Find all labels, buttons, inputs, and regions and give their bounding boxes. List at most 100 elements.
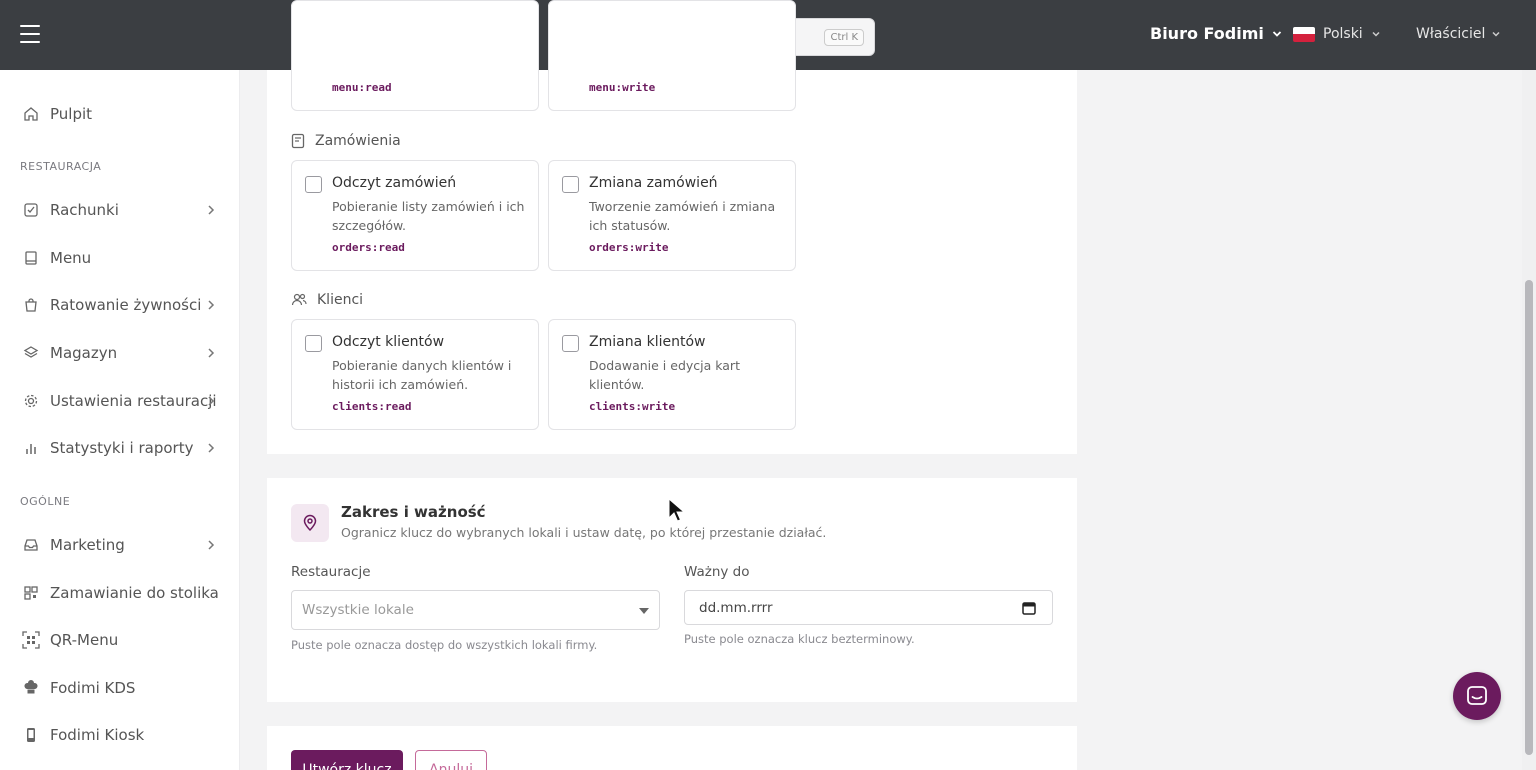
shopping-bag-icon xyxy=(22,296,40,314)
sidebar-item-label: Statystyki i raporty xyxy=(50,439,194,457)
document-icon xyxy=(291,133,305,149)
sidebar: Pulpit RESTAURACJA Rachunki Menu Ratowan… xyxy=(0,70,240,770)
perm-clients-write[interactable]: Zmiana klientów Dodawanie i edycja kart … xyxy=(548,319,796,430)
sidebar-item-marketing[interactable]: Marketing xyxy=(0,525,240,565)
chevron-right-icon xyxy=(208,540,215,550)
chevron-right-icon xyxy=(208,348,215,358)
users-icon xyxy=(291,293,307,306)
valid-until-hint: Puste pole oznacza klucz bezterminowy. xyxy=(684,632,915,646)
permission-description: Tworzenie zamówień i zmiana ich statusów… xyxy=(589,199,776,233)
sidebar-section-general: OGÓLNE xyxy=(20,495,71,508)
chevron-right-icon xyxy=(208,300,215,310)
user-role-label: Właściciel xyxy=(1416,26,1486,42)
sidebar-item-label: Fodimi KDS xyxy=(50,679,136,697)
perm-orders-read[interactable]: Odczyt zamówień Pobieranie listy zamówie… xyxy=(291,160,539,271)
scrollbar[interactable] xyxy=(1522,70,1536,770)
sidebar-item-label: QR-Menu xyxy=(50,631,119,649)
sidebar-item-label: Marketing xyxy=(50,536,125,554)
chevron-right-icon xyxy=(208,205,215,215)
sidebar-item-ustawienia[interactable]: Ustawienia restauracji xyxy=(0,381,240,421)
perm-orders-write[interactable]: Zmiana zamówień Tworzenie zamówień i zmi… xyxy=(548,160,796,271)
restaurants-select[interactable]: Wszystkie lokale xyxy=(291,590,660,630)
permission-title: Odczyt klientów xyxy=(332,334,445,350)
calendar-icon[interactable] xyxy=(1022,601,1036,615)
qr-code-icon xyxy=(22,631,40,649)
permission-title: Odczyt zamówień xyxy=(332,175,457,191)
mouse-cursor-icon xyxy=(668,498,686,522)
cancel-button[interactable]: Anuluj xyxy=(415,750,487,770)
perm-menu-read[interactable]: menu:read xyxy=(291,0,539,111)
checkbox[interactable] xyxy=(562,176,579,193)
date-placeholder: dd.mm.rrrr xyxy=(699,599,773,616)
permission-description: Pobieranie listy zamówień i ich szczegół… xyxy=(332,199,525,233)
user-menu[interactable]: Właściciel xyxy=(1416,26,1501,42)
sidebar-item-qrmenu[interactable]: QR-Menu xyxy=(0,620,240,660)
sidebar-item-magazyn[interactable]: Magazyn xyxy=(0,333,240,373)
sidebar-item-label: Ustawienia restauracji xyxy=(50,392,217,410)
permission-code: clients:write xyxy=(589,400,676,413)
chevron-right-icon xyxy=(208,396,215,406)
sidebar-item-label: Rachunki xyxy=(50,201,119,219)
hamburger-menu-icon[interactable] xyxy=(20,25,40,43)
polish-flag-icon xyxy=(1293,26,1315,42)
organization-name: Biuro Fodimi xyxy=(1150,24,1264,43)
chef-hat-icon xyxy=(22,679,40,697)
permission-code: menu:write xyxy=(589,81,656,94)
permission-code: clients:read xyxy=(332,400,412,413)
checkbox[interactable] xyxy=(305,335,322,352)
sidebar-item-statystyki[interactable]: Statystyki i raporty xyxy=(0,428,240,468)
chat-icon xyxy=(1467,686,1487,705)
restaurants-placeholder: Wszystkie lokale xyxy=(302,602,414,618)
sidebar-item-label: Ratowanie żywności xyxy=(50,296,202,314)
permission-title: Zmiana klientów xyxy=(589,334,706,350)
sidebar-item-kds[interactable]: Fodimi KDS xyxy=(0,668,240,708)
chat-button[interactable] xyxy=(1453,672,1501,720)
perm-menu-write[interactable]: menu:write xyxy=(548,0,796,111)
checkbox[interactable] xyxy=(305,176,322,193)
scrollbar-thumb[interactable] xyxy=(1525,280,1533,755)
scope-title: Zakres i ważność xyxy=(341,503,486,521)
sidebar-item-label: Zamawianie do stolika xyxy=(50,584,219,602)
permission-code: orders:write xyxy=(589,241,669,254)
group-label-text: Zamówienia xyxy=(315,133,401,149)
perm-clients-read[interactable]: Odczyt klientów Pobieranie danych klient… xyxy=(291,319,539,430)
organization-switcher[interactable]: Biuro Fodimi xyxy=(1150,24,1282,43)
group-orders: Zamówienia xyxy=(291,133,401,149)
scope-subtitle: Ogranicz klucz do wybranych lokali i ust… xyxy=(341,525,827,540)
chevron-down-icon xyxy=(1272,30,1282,37)
search-shortcut-badge: Ctrl K xyxy=(824,28,864,46)
permission-title: Zmiana zamówień xyxy=(589,175,718,191)
group-label-text: Klienci xyxy=(317,292,364,308)
chevron-down-icon xyxy=(1372,31,1380,37)
group-clients: Klienci xyxy=(291,292,363,308)
gear-icon xyxy=(22,392,40,410)
valid-until-label: Ważny do xyxy=(684,564,750,580)
chevron-right-icon xyxy=(208,443,215,453)
sidebar-section-restaurant: RESTAURACJA xyxy=(20,160,102,173)
restaurants-label: Restauracje xyxy=(291,564,371,580)
qr-scan-icon xyxy=(22,584,40,602)
checkbox[interactable] xyxy=(562,335,579,352)
sidebar-item-zamawianie[interactable]: Zamawianie do stolika xyxy=(0,573,240,613)
layers-icon xyxy=(22,344,40,362)
permission-description: Pobieranie danych klientów i historii ic… xyxy=(332,358,512,392)
mobile-device-icon xyxy=(22,726,40,744)
sidebar-item-label: Pulpit xyxy=(50,105,93,123)
sidebar-item-ratowanie[interactable]: Ratowanie żywności xyxy=(0,285,240,325)
restaurants-hint: Puste pole oznacza dostęp do wszystkich … xyxy=(291,638,598,652)
sidebar-item-rachunki[interactable]: Rachunki xyxy=(0,190,240,230)
book-icon xyxy=(22,249,40,267)
permission-code: menu:read xyxy=(332,81,392,94)
bar-chart-icon xyxy=(22,439,40,457)
home-icon xyxy=(22,105,40,123)
sidebar-item-menu[interactable]: Menu xyxy=(0,238,240,278)
valid-until-date-input[interactable]: dd.mm.rrrr xyxy=(684,590,1053,625)
caret-down-icon xyxy=(639,608,649,614)
sidebar-item-label: Magazyn xyxy=(50,344,118,362)
sidebar-item-kiosk[interactable]: Fodimi Kiosk xyxy=(0,715,240,755)
checklist-icon xyxy=(22,201,40,219)
sidebar-item-label: Menu xyxy=(50,249,92,267)
language-switcher[interactable]: Polski xyxy=(1293,26,1381,42)
sidebar-item-pulpit[interactable]: Pulpit xyxy=(0,94,240,134)
create-key-button[interactable]: Utwórz klucz xyxy=(291,750,403,770)
